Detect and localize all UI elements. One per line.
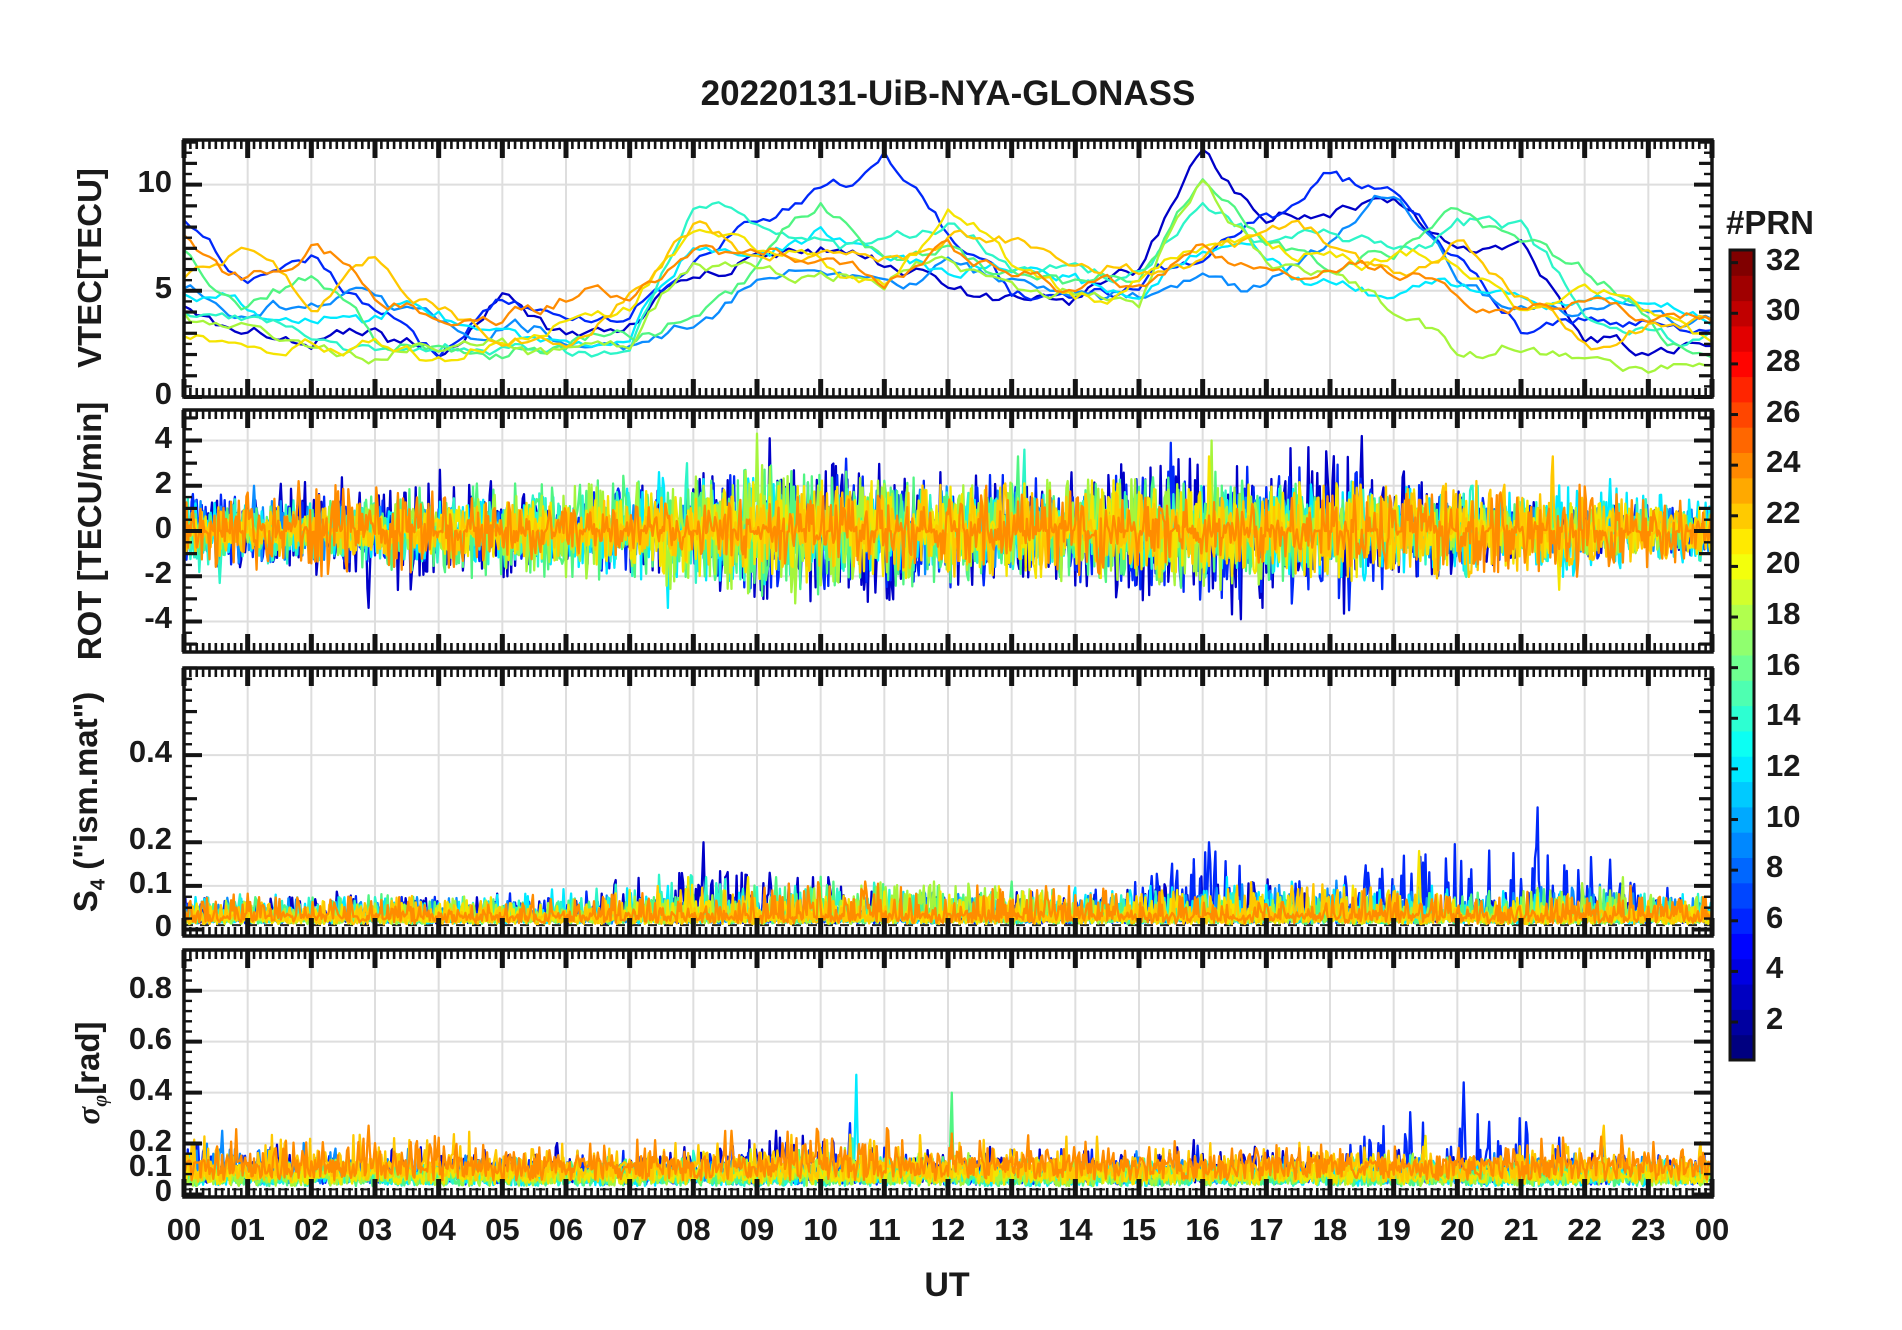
colorbar-tick-label: 12 [1766,747,1801,783]
y-tick-label: 0 [154,510,172,545]
colorbar-tick-label: 4 [1766,950,1784,986]
y-tick-label: 0 [154,908,172,944]
vtec-panel [181,138,1715,399]
colorbar-tick-label: 24 [1766,444,1801,480]
colorbar-tick-label: 28 [1766,342,1801,378]
colorbar-tick-label: 8 [1766,849,1784,885]
colorbar-tick-label: 10 [1766,798,1801,834]
y-tick-label: 0.4 [128,734,172,770]
colorbar-title: #PRN [1725,204,1815,241]
y-tick-label: 0.2 [128,1122,172,1158]
y-tick-label: 0.6 [128,1020,172,1056]
s4-panel [181,666,1715,938]
colorbar-tick-label: 2 [1766,1001,1784,1037]
colorbar-tick-label: 6 [1766,899,1784,935]
x-tick-label: 00 [1694,1212,1730,1247]
y-tick-label: 4 [154,419,172,455]
y-tick-label: 0.2 [128,821,172,857]
colorbar-tick-label: 14 [1766,697,1801,733]
figure: 20220131-UiB-NYA-GLONASS VTEC[TECU] ROT … [0,0,1902,1330]
rot-panel [181,408,1715,654]
colorbar-tick-label: 22 [1766,494,1801,530]
colorbar-tick-label: 18 [1766,596,1801,632]
x-axis-label: UT [924,1266,970,1304]
y-tick-label: 0.1 [128,864,172,900]
colorbar-tick-label: 32 [1766,241,1801,277]
colorbar [1728,248,1756,1062]
y-tick-label: 5 [154,269,172,305]
y-tick-label: 0.4 [128,1071,172,1107]
y-tick-label: 0 [154,376,172,411]
y-tick-label: 0.8 [128,969,172,1005]
colorbar-tick-label: 20 [1766,545,1801,581]
plot-canvas [181,138,1756,1199]
y-tick-label: 10 [137,163,172,199]
colorbar-tick-label: 30 [1766,292,1801,328]
chart-title: 20220131-UiB-NYA-GLONASS [700,74,1196,113]
y-tick-label: -4 [144,600,172,636]
y-tick-label: -2 [144,555,172,591]
colorbar-tick-label: 26 [1766,393,1801,429]
sigma_phi-panel [181,948,1715,1199]
colorbar-tick-label: 16 [1766,646,1801,682]
y-tick-label: 2 [154,464,172,500]
